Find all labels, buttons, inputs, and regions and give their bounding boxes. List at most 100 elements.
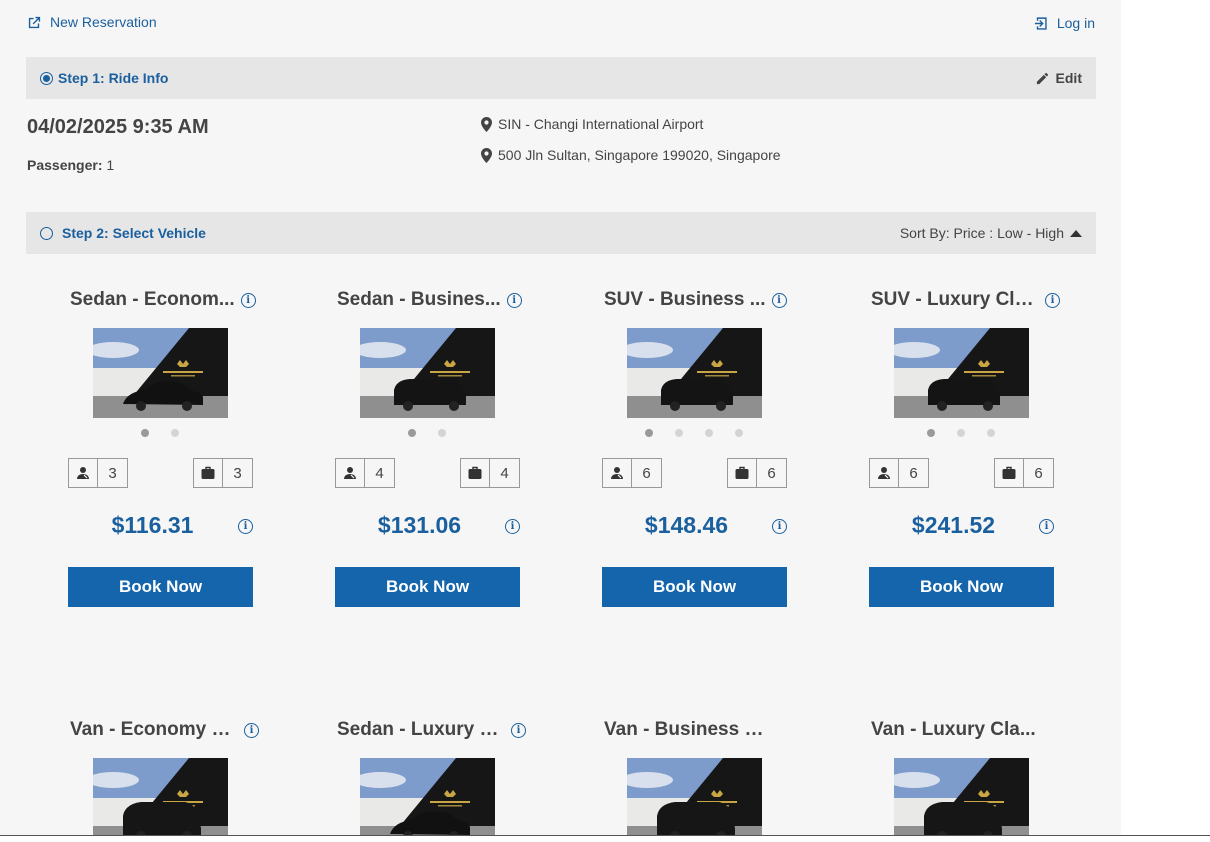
- new-reservation-label: New Reservation: [50, 14, 157, 30]
- vehicle-photo[interactable]: [627, 758, 762, 836]
- step1-radio-icon: [40, 71, 53, 85]
- pickup-text: SIN - Changi International Airport: [498, 116, 704, 132]
- login-label: Log in: [1056, 15, 1095, 31]
- carousel-dot[interactable]: [986, 429, 995, 437]
- luggage-icon: [728, 459, 757, 487]
- pencil-icon: [1036, 72, 1048, 84]
- carousel-dot[interactable]: [437, 429, 446, 437]
- luggage-capacity: 6: [727, 458, 787, 488]
- carousel-dot[interactable]: [734, 429, 743, 437]
- vehicle-photo[interactable]: [93, 328, 228, 418]
- photo-carousel-dots: [26, 429, 293, 437]
- carousel-dot[interactable]: [644, 429, 653, 437]
- map-pin-icon: [481, 116, 492, 132]
- dropoff-text: 500 Jln Sultan, Singapore 199020, Singap…: [498, 147, 781, 163]
- passenger-capacity-value: 6: [642, 464, 651, 482]
- luggage-icon: [194, 459, 223, 487]
- passenger-capacity: 4: [335, 458, 395, 488]
- edit-button[interactable]: Edit: [1035, 70, 1082, 86]
- passenger-icon: [603, 459, 632, 487]
- photo-carousel-dots: [827, 429, 1094, 437]
- book-now-button[interactable]: Book Now: [869, 567, 1054, 607]
- carousel-dot[interactable]: [674, 429, 683, 437]
- vehicle-title: Van - Luxury Cla...: [871, 718, 1061, 742]
- carousel-dot[interactable]: [704, 429, 713, 437]
- step2-radio-icon: [40, 226, 53, 240]
- passenger-label: Passenger:: [27, 157, 103, 173]
- carousel-dot[interactable]: [956, 429, 965, 437]
- vehicle-title: SUV - Business ... i: [604, 288, 794, 312]
- edit-label: Edit: [1055, 70, 1082, 86]
- vehicle-photo[interactable]: [894, 328, 1029, 418]
- price-info-icon[interactable]: i: [505, 519, 520, 534]
- dropoff-location: 500 Jln Sultan, Singapore 199020, Singap…: [481, 147, 781, 163]
- price-info-icon[interactable]: i: [1039, 519, 1054, 534]
- vehicle-photo[interactable]: [360, 758, 495, 836]
- vehicle-name: SUV - Business ...: [604, 289, 766, 310]
- luggage-capacity: 3: [193, 458, 253, 488]
- luggage-capacity: 6: [994, 458, 1054, 488]
- pickup-location: SIN - Changi International Airport: [481, 116, 703, 132]
- vehicle-name: SUV - Luxury Cla...: [871, 289, 1039, 310]
- vehicle-price: $116.31: [111, 512, 194, 538]
- vehicle-info-icon[interactable]: i: [240, 292, 256, 308]
- vehicle-title: Sedan - Econom... i: [70, 288, 260, 312]
- vehicle-photo[interactable]: [93, 758, 228, 836]
- vehicle-title: Sedan - Busines... i: [337, 288, 527, 312]
- book-now-button[interactable]: Book Now: [602, 567, 787, 607]
- vehicle-name: Van - Luxury Cla...: [871, 719, 1036, 740]
- photo-carousel-dots: [293, 429, 560, 437]
- price-info-icon[interactable]: i: [238, 519, 253, 534]
- passenger-capacity-value: 4: [375, 464, 384, 482]
- step2-bar: Step 2: Select Vehicle Sort By: Price : …: [26, 212, 1096, 254]
- reservation-page: New Reservation Log in Step 1: Ride Info…: [0, 0, 1121, 836]
- vehicle-name: Sedan - Luxury C...: [337, 719, 505, 740]
- step2-title-text: Step 2: Select Vehicle: [62, 225, 206, 241]
- vehicle-price: $131.06: [377, 512, 462, 538]
- vehicle-photo[interactable]: [894, 758, 1029, 836]
- vehicle-title: Van - Business C...: [604, 718, 794, 742]
- vehicle-price: $148.46: [644, 512, 729, 538]
- passenger-capacity: 6: [869, 458, 929, 488]
- vehicle-info-icon[interactable]: i: [244, 722, 259, 738]
- luggage-capacity-value: 6: [1034, 464, 1043, 482]
- carousel-dot[interactable]: [926, 429, 935, 437]
- external-link-icon: [28, 16, 41, 28]
- vehicle-photo[interactable]: [627, 328, 762, 418]
- carousel-dot[interactable]: [407, 429, 416, 437]
- photo-carousel-dots: [560, 429, 827, 437]
- sort-asc-icon: [1070, 229, 1082, 237]
- vehicle-info-icon[interactable]: i: [511, 722, 526, 738]
- sort-label: Sort By: Price : Low - High: [899, 225, 1064, 241]
- vehicle-info-icon[interactable]: i: [506, 292, 522, 308]
- vehicle-name: Sedan - Busines...: [337, 289, 501, 310]
- vehicle-info-icon[interactable]: i: [1045, 292, 1060, 308]
- step1-title: Step 1: Ride Info: [40, 70, 168, 86]
- step1-title-text: Step 1: Ride Info: [58, 70, 169, 86]
- carousel-dot[interactable]: [170, 429, 179, 437]
- carousel-dot[interactable]: [140, 429, 149, 437]
- book-now-button[interactable]: Book Now: [68, 567, 253, 607]
- bottom-divider: [0, 835, 1210, 836]
- vehicle-title: Sedan - Luxury C... i: [337, 718, 527, 742]
- luggage-capacity-value: 6: [767, 464, 776, 482]
- vehicle-title: SUV - Luxury Cla... i: [871, 288, 1061, 312]
- passenger-icon: [69, 459, 98, 487]
- vehicle-name: Van - Economy C...: [70, 719, 238, 740]
- book-now-button[interactable]: Book Now: [335, 567, 520, 607]
- price-info-icon[interactable]: i: [772, 519, 787, 534]
- login-link[interactable]: Log in: [1034, 15, 1095, 31]
- map-pin-icon: [481, 147, 492, 163]
- new-reservation-link[interactable]: New Reservation: [27, 14, 157, 30]
- passenger-capacity: 6: [602, 458, 662, 488]
- vehicle-title: Van - Economy C... i: [70, 718, 260, 742]
- luggage-capacity-value: 4: [500, 464, 509, 482]
- passenger-capacity-value: 3: [108, 464, 117, 482]
- luggage-icon: [461, 459, 490, 487]
- sort-dropdown[interactable]: Sort By: Price : Low - High: [900, 225, 1082, 241]
- vehicle-info-icon[interactable]: i: [771, 292, 787, 308]
- passenger-icon: [336, 459, 365, 487]
- luggage-capacity-value: 3: [233, 464, 242, 482]
- vehicle-photo[interactable]: [360, 328, 495, 418]
- passenger-icon: [870, 459, 899, 487]
